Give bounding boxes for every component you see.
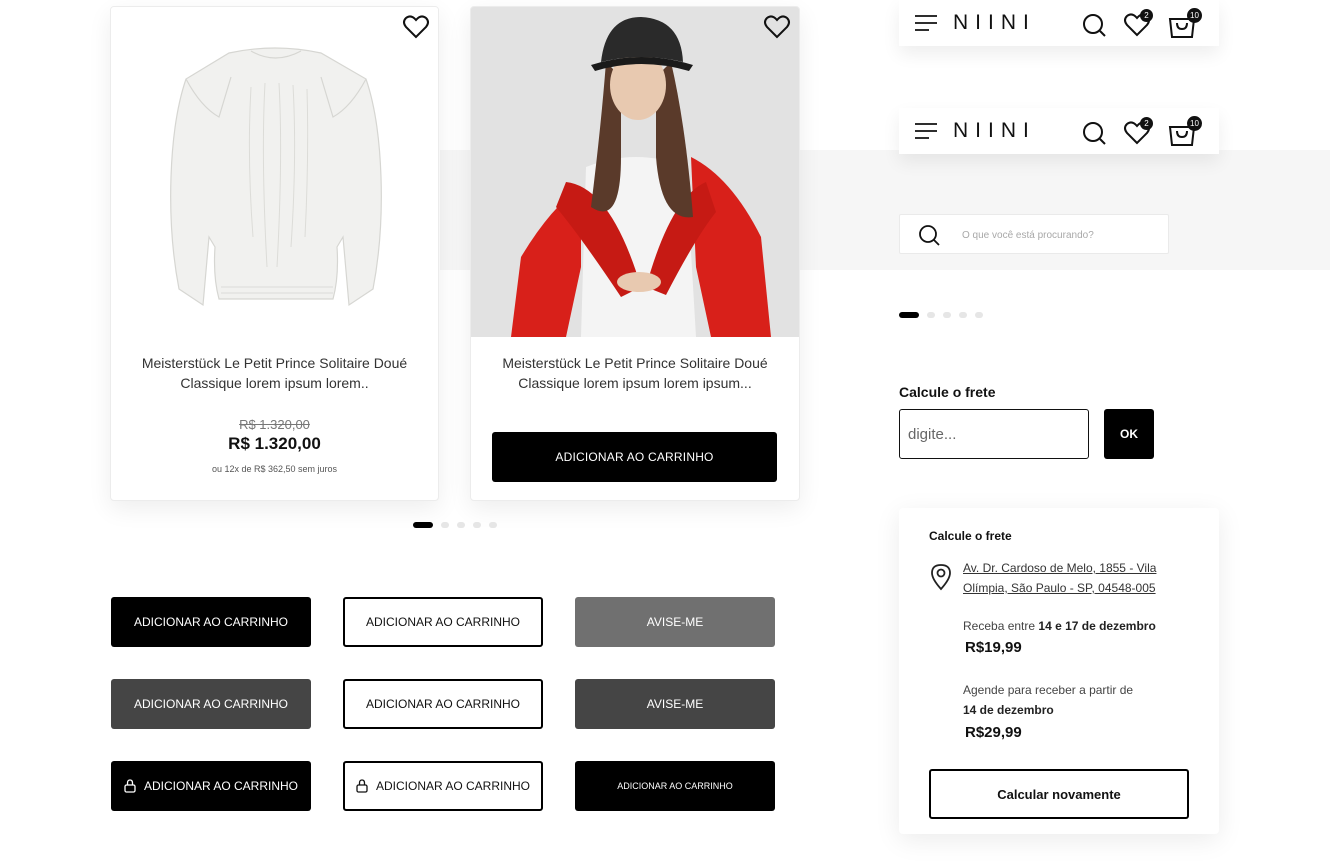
add-to-cart-locked-button-black[interactable]: ADICIONAR AO CARRINHO [111, 761, 311, 811]
logo[interactable]: NIINI [953, 11, 1036, 35]
wishlist-button[interactable]: 2 [1123, 117, 1153, 146]
shipping-address-link[interactable]: Av. Dr. Cardoso de Melo, 1855 - Vila Olí… [963, 558, 1193, 598]
add-to-cart-button-small[interactable]: ADICIONAR AO CARRINHO [575, 761, 775, 811]
product-card[interactable]: Meisterstück Le Petit Prince Solitaire D… [110, 6, 439, 501]
heart-icon[interactable] [763, 15, 791, 39]
add-to-cart-button-outline[interactable]: ADICIONAR AO CARRINHO [343, 679, 543, 729]
cart-button[interactable]: 10 [1167, 116, 1202, 147]
site-header: NIINI 2 10 [899, 108, 1219, 154]
delivery-price: R$19,99 [965, 639, 1022, 656]
wishlist-count-badge: 2 [1140, 117, 1153, 130]
site-header: NIINI 2 10 [899, 0, 1219, 46]
search-icon[interactable] [1082, 121, 1106, 145]
lock-icon [124, 779, 136, 793]
product-name[interactable]: Meisterstück Le Petit Prince Solitaire D… [491, 353, 779, 393]
cart-count-badge: 10 [1187, 116, 1202, 131]
recalculate-button[interactable]: Calcular novamente [929, 769, 1189, 819]
wishlist-button[interactable]: 2 [1123, 9, 1153, 38]
carousel-dot[interactable] [457, 522, 465, 528]
notify-me-button-gray[interactable]: AVISE-ME [575, 597, 775, 647]
product-old-price: R$ 1.320,00 [239, 417, 310, 432]
delivery-option-scheduled-date: 14 de dezembro [963, 700, 1054, 720]
carousel-dot[interactable] [927, 312, 935, 318]
carousel-dot[interactable] [943, 312, 951, 318]
button-label: ADICIONAR AO CARRINHO [143, 779, 299, 793]
carousel-dot[interactable] [473, 522, 481, 528]
heart-icon[interactable] [402, 15, 430, 39]
carousel-dots [899, 312, 983, 318]
carousel-dot[interactable] [959, 312, 967, 318]
zipcode-input[interactable] [899, 409, 1089, 459]
carousel-dot[interactable] [489, 522, 497, 528]
carousel-dot-active[interactable] [899, 312, 919, 318]
logo[interactable]: NIINI [953, 119, 1036, 143]
product-card[interactable]: Meisterstück Le Petit Prince Solitaire D… [470, 6, 800, 501]
product-name[interactable]: Meisterstück Le Petit Prince Solitaire D… [131, 353, 418, 393]
delivery-text: Receba entre [963, 619, 1039, 633]
menu-icon[interactable] [914, 122, 938, 140]
notify-me-button-dark[interactable]: AVISE-ME [575, 679, 775, 729]
search-input[interactable] [962, 221, 1157, 249]
product-image-sweater[interactable] [111, 7, 438, 337]
search-icon[interactable] [1082, 13, 1106, 37]
menu-icon[interactable] [914, 14, 938, 32]
button-label: ADICIONAR AO CARRINHO [375, 779, 531, 793]
add-to-cart-button-dark[interactable]: ADICIONAR AO CARRINHO [111, 679, 311, 729]
delivery-dates: 14 de dezembro [963, 703, 1054, 717]
cart-count-badge: 10 [1187, 8, 1202, 23]
search-icon[interactable] [918, 224, 940, 246]
ok-button[interactable]: OK [1104, 409, 1154, 459]
delivery-dates: 14 e 17 de dezembro [1038, 619, 1156, 633]
delivery-option-standard: Receba entre 14 e 17 de dezembro [963, 616, 1156, 636]
add-to-cart-button[interactable]: ADICIONAR AO CARRINHO [492, 432, 777, 482]
product-price: R$ 1.320,00 [228, 434, 321, 453]
shipping-title: Calcule o frete [899, 384, 996, 400]
location-pin-icon [931, 564, 951, 591]
carousel-dot[interactable] [441, 522, 449, 528]
delivery-price: R$29,99 [965, 724, 1022, 741]
add-to-cart-locked-button-outline[interactable]: ADICIONAR AO CARRINHO [343, 761, 543, 811]
shipping-result-title: Calcule o frete [929, 529, 1012, 543]
carousel-dot[interactable] [975, 312, 983, 318]
add-to-cart-button-black[interactable]: ADICIONAR AO CARRINHO [111, 597, 311, 647]
cart-button[interactable]: 10 [1167, 8, 1202, 39]
product-image-model[interactable] [471, 7, 799, 337]
search-bar [899, 214, 1169, 254]
carousel-dots [413, 522, 497, 528]
lock-icon [356, 779, 368, 793]
add-to-cart-button-outline[interactable]: ADICIONAR AO CARRINHO [343, 597, 543, 647]
wishlist-count-badge: 2 [1140, 9, 1153, 22]
delivery-option-scheduled-text: Agende para receber a partir de [963, 683, 1134, 697]
shipping-result-card: Calcule o frete Av. Dr. Cardoso de Melo,… [899, 508, 1219, 834]
product-installments: ou 12x de R$ 362,50 sem juros [211, 464, 338, 474]
carousel-dot-active[interactable] [413, 522, 433, 528]
